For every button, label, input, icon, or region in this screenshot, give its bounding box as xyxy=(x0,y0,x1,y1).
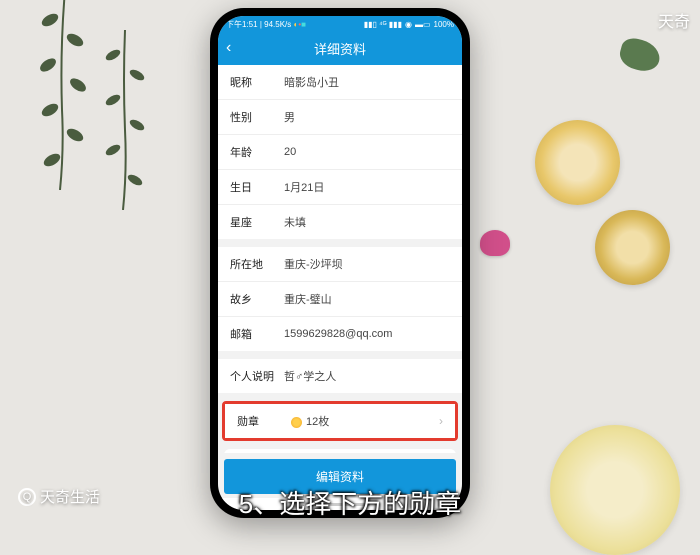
hometown-label: 故乡 xyxy=(230,291,284,307)
status-battery: 100% xyxy=(434,20,454,29)
email-value: 1599629828@qq.com xyxy=(284,328,450,340)
age-label: 年龄 xyxy=(230,144,284,160)
age-value: 20 xyxy=(284,146,450,158)
nickname-label: 昵称 xyxy=(230,74,284,90)
highlight-medals: 勋章 12枚 › xyxy=(222,401,458,441)
row-birthday[interactable]: 生日 1月21日 xyxy=(218,170,462,205)
watermark-bottom-left: Q 天奇生活 xyxy=(18,486,100,507)
battery-icon: ▬▭ xyxy=(415,20,431,29)
decoration-flower xyxy=(480,230,510,256)
row-email[interactable]: 邮箱 1599629828@qq.com xyxy=(218,317,462,351)
zodiac-label: 星座 xyxy=(230,214,284,230)
instruction-caption: 5、选择下方的勋章 xyxy=(239,484,461,521)
row-gender[interactable]: 性别 男 xyxy=(218,100,462,135)
row-hometown[interactable]: 故乡 重庆-璧山 xyxy=(218,282,462,317)
birthday-value: 1月21日 xyxy=(284,179,450,195)
gender-label: 性别 xyxy=(230,109,284,125)
email-label: 邮箱 xyxy=(230,326,284,342)
wifi-icon: ◉ xyxy=(405,20,412,29)
zodiac-value: 未填 xyxy=(284,214,450,230)
row-nickname[interactable]: 昵称 暗影岛小丑 xyxy=(218,65,462,100)
decoration-citrus xyxy=(550,425,680,555)
birthday-label: 生日 xyxy=(230,179,284,195)
status-time: 下午1:51 xyxy=(226,20,258,29)
bio-value: 哲♂学之人 xyxy=(284,368,450,384)
medal-icon xyxy=(291,417,302,428)
medals-value: 12枚 xyxy=(291,413,439,429)
back-button[interactable]: ‹ xyxy=(226,39,231,57)
nav-bar: ‹ 详细资料 xyxy=(218,31,462,65)
decoration-citrus xyxy=(595,210,670,285)
logo-icon: Q xyxy=(18,488,36,506)
row-location[interactable]: 所在地 重庆-沙坪坝 xyxy=(218,247,462,282)
location-value: 重庆-沙坪坝 xyxy=(284,256,450,272)
status-net: 94.5K/s xyxy=(264,20,291,29)
status-bar: 下午1:51 | 94.5K/s ◐•■ ▮▮▯ ⁴ᴳ ▮▮▮ ◉ ▬▭ 100… xyxy=(218,16,462,31)
chevron-right-icon: › xyxy=(439,414,443,428)
decoration-citrus xyxy=(535,120,620,205)
signal-icon: ▮▮▯ ⁴ᴳ ▮▮▮ xyxy=(364,20,402,29)
gender-value: 男 xyxy=(284,109,450,125)
location-label: 所在地 xyxy=(230,256,284,272)
row-medals[interactable]: 勋章 12枚 › xyxy=(225,404,455,438)
row-age[interactable]: 年龄 20 xyxy=(218,135,462,170)
bio-label: 个人说明 xyxy=(230,368,284,384)
medals-label: 勋章 xyxy=(237,413,291,429)
row-zodiac[interactable]: 星座 未填 xyxy=(218,205,462,239)
page-title: 详细资料 xyxy=(314,39,366,58)
phone-frame: 下午1:51 | 94.5K/s ◐•■ ▮▮▯ ⁴ᴳ ▮▮▮ ◉ ▬▭ 100… xyxy=(210,8,470,518)
nickname-value: 暗影岛小丑 xyxy=(284,74,450,90)
watermark-top-right: 天奇 xyxy=(658,8,690,32)
hometown-value: 重庆-璧山 xyxy=(284,291,450,307)
row-bio[interactable]: 个人说明 哲♂学之人 xyxy=(218,359,462,393)
decoration-mint xyxy=(617,35,663,74)
